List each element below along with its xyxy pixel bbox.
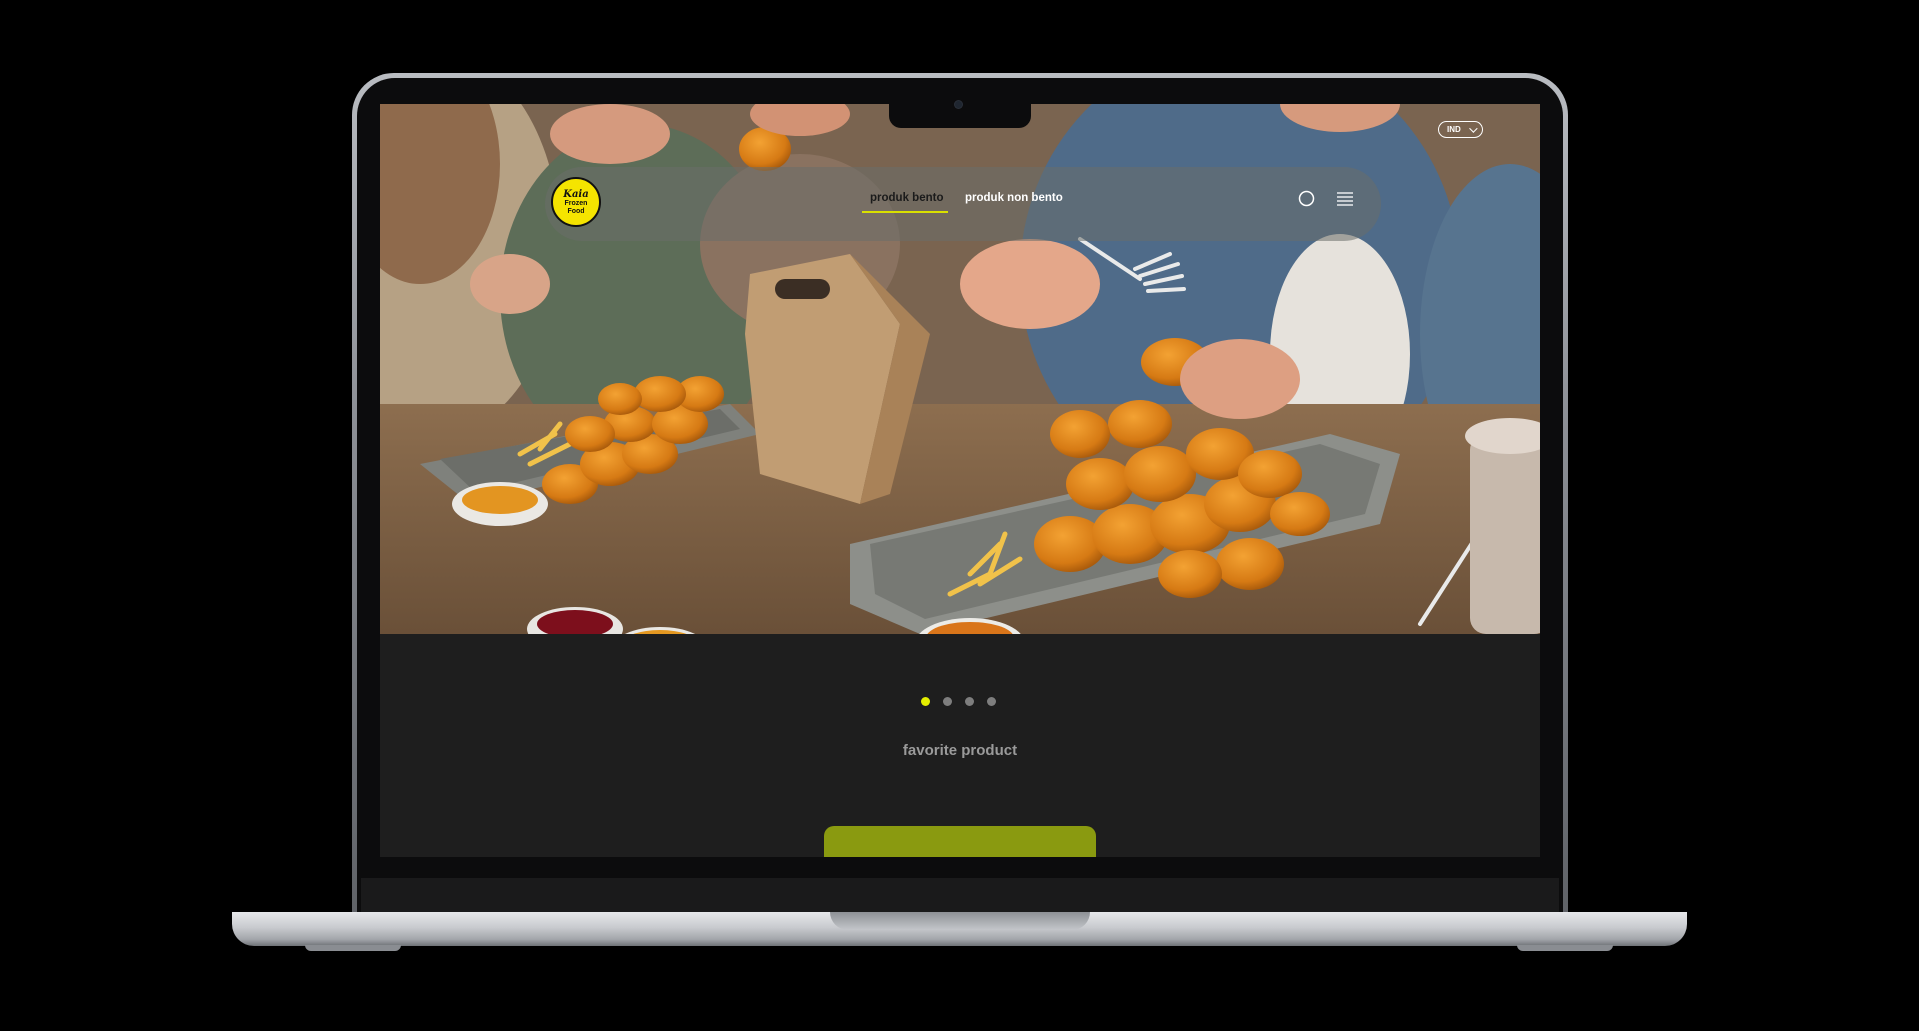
menu-icon[interactable] [1336, 191, 1354, 207]
logo-text-line1: Kaia [563, 188, 589, 200]
language-label: IND [1447, 125, 1461, 134]
laptop-opening-groove [830, 912, 1090, 930]
cta-button[interactable] [824, 826, 1096, 857]
carousel-dot-3[interactable] [965, 697, 974, 706]
nav-link-produk-bento[interactable]: produk bento [870, 192, 943, 204]
laptop-chin [361, 878, 1559, 914]
carousel-dot-4[interactable] [987, 697, 996, 706]
logo-text-line2: Frozen [564, 199, 588, 207]
chevron-down-icon [1468, 123, 1478, 133]
carousel-dot-1[interactable] [921, 697, 930, 706]
section-title: favorite product [902, 742, 1018, 759]
nav-link-produk-non-bento[interactable]: produk non bento [965, 192, 1063, 204]
laptop-foot-right [1517, 945, 1613, 951]
nav-active-underline [862, 211, 948, 213]
top-navbar [545, 167, 1381, 241]
carousel-pagination [921, 697, 996, 706]
language-selector[interactable]: IND [1438, 121, 1483, 138]
search-icon[interactable] [1298, 190, 1315, 207]
carousel-dot-2[interactable] [943, 697, 952, 706]
brand-logo[interactable]: Kaia Frozen Food [551, 177, 601, 227]
logo-text-line3: Food [567, 207, 585, 215]
laptop-foot-left [305, 945, 401, 951]
camera-icon [955, 101, 962, 108]
